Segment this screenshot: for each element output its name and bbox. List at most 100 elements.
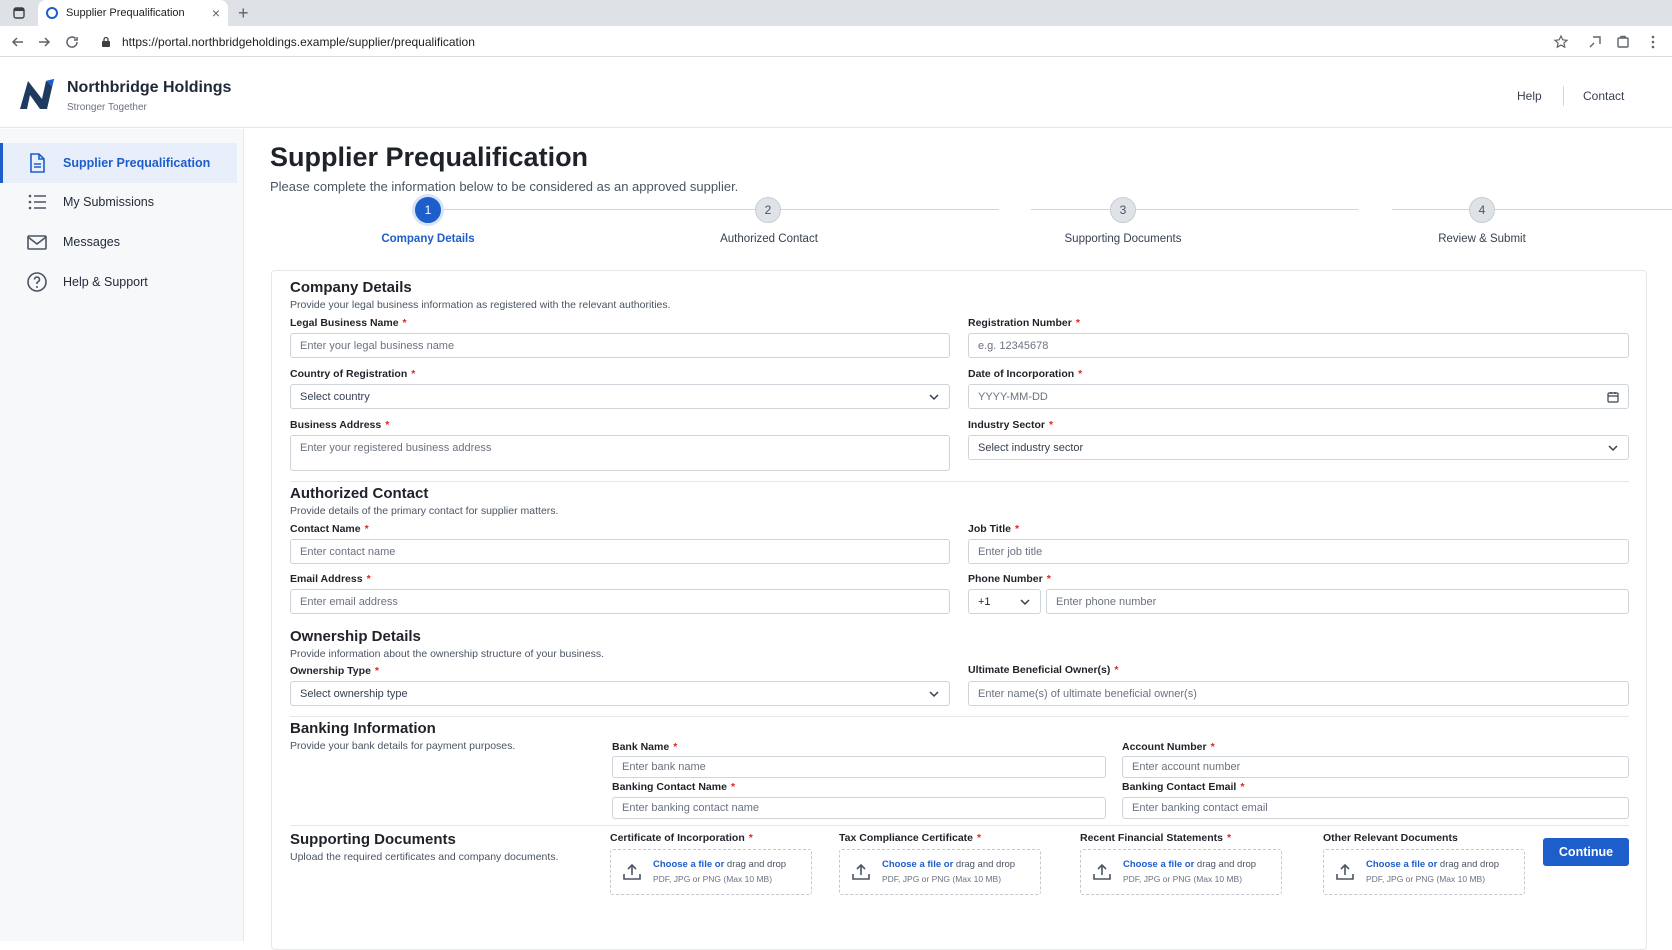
forward-icon[interactable] (36, 34, 52, 50)
step-2-circle[interactable]: 2 (755, 197, 781, 223)
other-documents-upload[interactable]: Choose a file or drag and drop PDF, JPG … (1323, 849, 1525, 895)
sidebar: Supplier Prequalification My Submissions… (0, 129, 244, 941)
section-title-ownership: Ownership Details (290, 628, 421, 645)
window-menu-icon[interactable] (12, 6, 26, 20)
extensions-icon[interactable] (1587, 34, 1603, 50)
calendar-icon[interactable] (1607, 391, 1619, 403)
chevron-down-icon (1020, 598, 1030, 605)
header-contact-link[interactable]: Contact (1583, 89, 1624, 103)
more-menu-icon[interactable] (1645, 34, 1661, 50)
tax-compliance-upload[interactable]: Choose a file or drag and drop PDF, JPG … (839, 849, 1041, 895)
bookmark-star-icon[interactable] (1553, 34, 1569, 50)
section-divider (290, 716, 1629, 717)
sidebar-item-messages[interactable]: Messages (0, 222, 237, 262)
profile-icon[interactable] (1615, 34, 1631, 50)
close-tab-icon[interactable]: × (212, 6, 220, 20)
browser-tab-bar: Supplier Prequalification × + (0, 0, 1672, 26)
email-input[interactable]: Enter email address (290, 589, 950, 614)
industry-sector-value: Select industry sector (978, 441, 1084, 454)
account-number-input[interactable]: Enter account number (1122, 756, 1629, 778)
url-text: https://portal.northbridgeholdings.examp… (122, 34, 475, 49)
step-4-circle[interactable]: 4 (1469, 197, 1495, 223)
upload-icon (623, 863, 641, 880)
progress-stepper: 1 Company Details 2 Authorized Contact 3… (244, 195, 1672, 255)
other-documents-label: Other Relevant Documents (1323, 832, 1458, 844)
registration-number-placeholder: e.g. 12345678 (978, 339, 1049, 352)
financial-statements-label: Recent Financial Statements * (1080, 832, 1232, 844)
contact-name-input[interactable]: Enter contact name (290, 539, 950, 564)
country-select[interactable]: Select country (290, 384, 950, 409)
step-3-label[interactable]: Supporting Documents (1065, 233, 1182, 245)
industry-sector-select[interactable]: Select industry sector (968, 435, 1629, 460)
ownership-type-value: Select ownership type (300, 687, 408, 700)
back-icon[interactable] (10, 34, 26, 50)
business-address-placeholder: Enter your registered business address (300, 442, 492, 454)
sidebar-item-label: Help & Support (63, 275, 148, 289)
stepper-connector (427, 209, 999, 210)
phone-country-code-select[interactable]: +1 (968, 589, 1041, 614)
sidebar-item-help-support[interactable]: Help & Support (0, 262, 237, 302)
business-address-label: Business Address * (290, 419, 390, 431)
incorporation-date-input[interactable]: YYYY-MM-DD (968, 384, 1629, 409)
banking-contact-email-placeholder: Enter banking contact email (1132, 802, 1268, 814)
financial-statements-upload[interactable]: Choose a file or drag and drop PDF, JPG … (1080, 849, 1282, 895)
chevron-down-icon (929, 690, 939, 697)
business-address-textarea[interactable]: Enter your registered business address (290, 435, 950, 471)
bank-name-label: Bank Name * (612, 741, 678, 753)
industry-sector-label: Industry Sector * (968, 419, 1054, 431)
section-title-documents: Supporting Documents (290, 831, 456, 848)
legal-name-input[interactable]: Enter your legal business name (290, 333, 950, 358)
stepper-connector (1392, 209, 1672, 210)
northbridge-logo[interactable] (18, 77, 56, 111)
sidebar-item-supplier-prequalification[interactable]: Supplier Prequalification (0, 143, 237, 183)
ubo-placeholder: Enter name(s) of ultimate beneficial own… (978, 687, 1197, 700)
banking-contact-name-input[interactable]: Enter banking contact name (612, 797, 1106, 819)
address-bar[interactable]: https://portal.northbridgeholdings.examp… (92, 29, 1572, 54)
list-icon (28, 194, 46, 210)
new-tab-icon[interactable]: + (238, 3, 249, 23)
tab-title: Supplier Prequalification (66, 7, 185, 19)
phone-number-placeholder: Enter phone number (1056, 595, 1157, 608)
header-help-link[interactable]: Help (1517, 89, 1542, 103)
sidebar-item-label: My Submissions (63, 195, 154, 209)
choose-file-link[interactable]: Choose a file or (882, 859, 953, 870)
choose-file-link[interactable]: Choose a file or (1366, 859, 1437, 870)
favicon-icon (46, 7, 58, 19)
job-title-label: Job Title * (968, 523, 1020, 535)
country-label: Country of Registration * (290, 368, 416, 380)
ownership-type-label: Ownership Type * (290, 665, 379, 677)
tax-compliance-label: Tax Compliance Certificate * (839, 832, 982, 844)
contact-name-placeholder: Enter contact name (300, 545, 396, 558)
banking-contact-name-label: Banking Contact Name * (612, 781, 736, 793)
browser-tab[interactable]: Supplier Prequalification × (38, 0, 228, 26)
banking-contact-email-input[interactable]: Enter banking contact email (1122, 797, 1629, 819)
bank-name-input[interactable]: Enter bank name (612, 756, 1106, 778)
step-4-label[interactable]: Review & Submit (1438, 233, 1526, 245)
main-content: Supplier Prequalification Please complet… (244, 129, 1672, 950)
ubo-label: Ultimate Beneficial Owner(s) * (968, 664, 1119, 676)
banking-contact-name-placeholder: Enter banking contact name (622, 802, 759, 814)
phone-number-input[interactable]: Enter phone number (1046, 589, 1629, 614)
chevron-down-icon (1608, 444, 1618, 451)
choose-file-link[interactable]: Choose a file or (1123, 859, 1194, 870)
certificate-incorporation-upload[interactable]: Choose a file or drag and drop PDF, JPG … (610, 849, 812, 895)
sidebar-item-my-submissions[interactable]: My Submissions (0, 182, 237, 222)
upload-hint: PDF, JPG or PNG (Max 10 MB) (653, 874, 773, 884)
step-2-label[interactable]: Authorized Contact (720, 233, 818, 245)
choose-file-link[interactable]: Choose a file or (653, 859, 724, 870)
legal-name-label: Legal Business Name * (290, 317, 407, 329)
step-1-circle[interactable]: 1 (415, 197, 441, 223)
registration-number-input[interactable]: e.g. 12345678 (968, 333, 1629, 358)
upload-icon (1093, 863, 1111, 880)
step-3-circle[interactable]: 3 (1110, 197, 1136, 223)
ubo-input[interactable]: Enter name(s) of ultimate beneficial own… (968, 681, 1629, 706)
upload-icon (852, 863, 870, 880)
chevron-down-icon (929, 393, 939, 400)
continue-button[interactable]: Continue (1543, 838, 1629, 866)
job-title-input[interactable]: Enter job title (968, 539, 1629, 564)
legal-name-placeholder: Enter your legal business name (300, 339, 455, 352)
ownership-type-select[interactable]: Select ownership type (290, 681, 950, 706)
reload-icon[interactable] (64, 34, 80, 50)
account-number-placeholder: Enter account number (1132, 761, 1241, 773)
step-1-label[interactable]: Company Details (381, 233, 474, 245)
